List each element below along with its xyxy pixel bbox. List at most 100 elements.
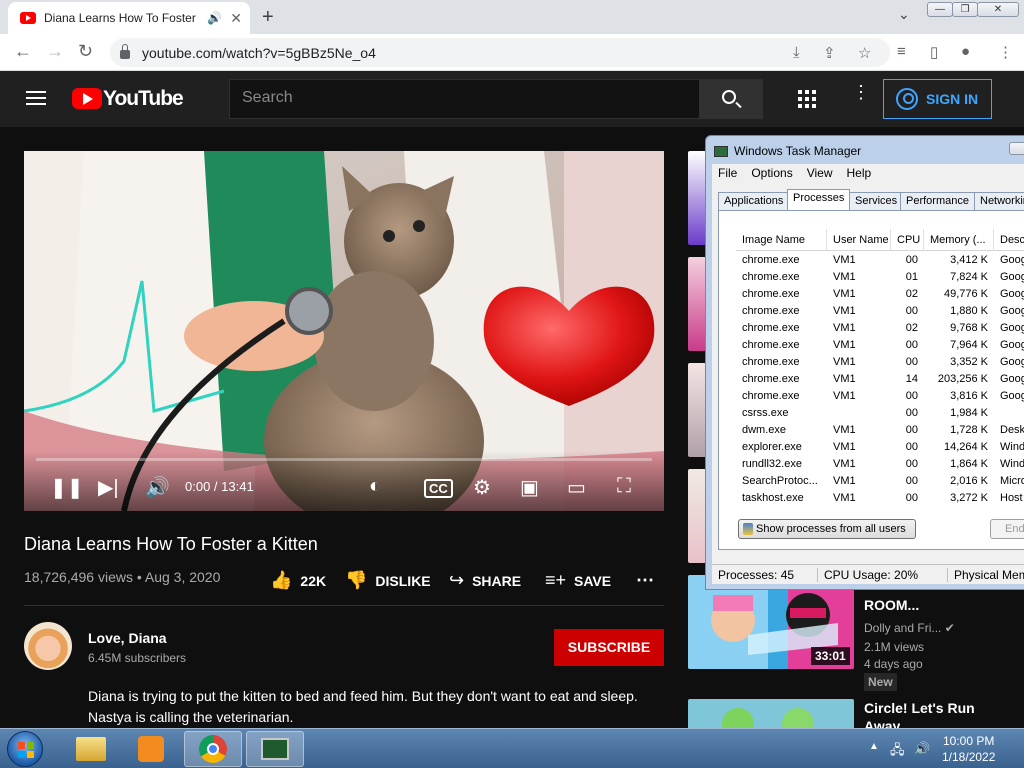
end-process-button[interactable]: End <box>990 519 1024 539</box>
process-row[interactable]: chrome.exe VM1 00 3,352 K Goog <box>736 354 1024 371</box>
media-player-taskbar-button[interactable] <box>122 731 180 767</box>
recommendation-thumbnail[interactable] <box>688 363 706 457</box>
back-arrow-icon[interactable]: ← <box>14 41 32 62</box>
forward-arrow-icon[interactable]: → <box>46 41 64 62</box>
menu-file[interactable]: File <box>718 166 737 182</box>
share-button[interactable]: ↪ SHARE <box>449 570 521 591</box>
browser-menu-icon[interactable]: ⋮ <box>998 43 1013 61</box>
recommendation-thumbnail[interactable] <box>688 699 854 729</box>
fullscreen-icon[interactable]: ⛶ <box>617 475 631 498</box>
process-row[interactable]: taskhost.exe VM1 00 3,272 K Host <box>736 490 1024 507</box>
settings-more-icon[interactable]: ⋮ <box>852 83 870 101</box>
tab-services[interactable]: Services <box>849 192 904 210</box>
video-player[interactable]: ❚❚ ▶| 🔊 0:00 / 13:41 ◐ CC ⚙ ▣ ▭ ⛶ <box>24 151 664 511</box>
tab-processes[interactable]: Processes <box>787 189 851 210</box>
media-queue-icon[interactable]: ≡ <box>897 43 906 60</box>
subscribe-button[interactable]: SUBSCRIBE <box>554 629 664 666</box>
cell-memory: 1,728 K <box>950 424 988 436</box>
task-manager-minimize-button[interactable] <box>1009 142 1024 155</box>
progress-bar[interactable] <box>36 458 652 461</box>
save-button[interactable]: ≡+ SAVE <box>545 570 611 591</box>
process-row[interactable]: chrome.exe VM1 00 3,412 K Goog <box>736 252 1024 269</box>
task-manager-window[interactable]: Windows Task Manager File Options View H… <box>705 135 1024 590</box>
restore-button[interactable]: ❐ <box>952 2 978 17</box>
menu-hamburger-icon[interactable] <box>26 91 46 105</box>
browser-tab[interactable]: Diana Learns How To Foster 🔊 ✕ <box>8 2 250 34</box>
dislike-button[interactable]: 👎 DISLIKE <box>345 570 431 591</box>
like-button[interactable]: 👍 22K <box>270 570 326 591</box>
address-bar[interactable]: youtube.com/watch?v=5gBBz5Ne_o4 ⤓ ⇪ ☆ <box>110 38 890 67</box>
process-row[interactable]: chrome.exe VM1 14 203,256 K Goog <box>736 371 1024 388</box>
lock-icon <box>120 44 130 59</box>
show-hidden-icons-icon[interactable]: ▲ <box>869 741 879 752</box>
column-user-name[interactable]: User Name <box>827 228 891 251</box>
youtube-logo-icon[interactable] <box>72 88 102 109</box>
tab-close-icon[interactable]: ✕ <box>230 10 242 27</box>
recommendation-title[interactable]: Circle! Let's Run <box>864 700 975 716</box>
process-row[interactable]: chrome.exe VM1 02 9,768 K Goog <box>736 320 1024 337</box>
process-row[interactable]: dwm.exe VM1 00 1,728 K Desk <box>736 422 1024 439</box>
process-row[interactable]: chrome.exe VM1 02 49,776 K Goog <box>736 286 1024 303</box>
youtube-logo-text[interactable]: YouTube <box>103 87 184 111</box>
column-description[interactable]: Desc <box>994 229 1024 251</box>
close-window-button[interactable]: ✕ <box>977 2 1019 17</box>
new-tab-button[interactable]: + <box>262 6 274 29</box>
system-clock[interactable]: 10:00 PM 1/18/2022 <box>942 733 995 765</box>
task-manager-titlebar[interactable]: Windows Task Manager <box>714 144 861 158</box>
tab-applications[interactable]: Applications <box>718 192 790 210</box>
tab-audio-icon[interactable]: 🔊 <box>207 11 222 25</box>
column-image-name[interactable]: Image Name <box>736 228 827 251</box>
task-manager-taskbar-button[interactable] <box>246 731 304 767</box>
recommendation-title[interactable]: ROOM... <box>864 597 919 613</box>
theater-mode-icon[interactable]: ▭ <box>567 475 586 500</box>
miniplayer-icon[interactable]: ▣ <box>520 475 539 500</box>
menu-help[interactable]: Help <box>847 166 872 182</box>
pause-icon[interactable]: ❚❚ <box>50 475 84 500</box>
chrome-taskbar-button[interactable] <box>184 731 242 767</box>
next-icon[interactable]: ▶| <box>98 475 119 500</box>
menu-view[interactable]: View <box>807 166 833 182</box>
settings-gear-icon[interactable]: ⚙ <box>473 475 491 500</box>
sign-in-button[interactable]: SIGN IN <box>883 79 992 119</box>
show-all-processes-button[interactable]: Show processes from all users <box>738 519 916 539</box>
process-row[interactable]: SearchProtoc... VM1 00 2,016 K Micro <box>736 473 1024 490</box>
recommendation-thumbnail[interactable] <box>688 469 706 563</box>
process-row[interactable]: chrome.exe VM1 01 7,824 K Goog <box>736 269 1024 286</box>
install-icon[interactable]: ⤓ <box>793 44 800 61</box>
recommendation-thumbnail[interactable] <box>688 257 706 351</box>
search-button[interactable] <box>699 79 763 119</box>
search-input[interactable]: Search <box>229 79 700 119</box>
explorer-taskbar-button[interactable] <box>62 731 120 767</box>
side-panel-icon[interactable]: ▯ <box>930 43 938 61</box>
column-cpu[interactable]: CPU <box>891 228 924 251</box>
bookmark-star-icon[interactable]: ☆ <box>858 44 871 62</box>
apps-grid-icon[interactable] <box>798 90 816 108</box>
menu-options[interactable]: Options <box>751 166 792 182</box>
recommendation-channel[interactable]: Dolly and Fri... ✔ <box>864 621 955 635</box>
process-row[interactable]: explorer.exe VM1 00 14,264 K Wind <box>736 439 1024 456</box>
share-icon[interactable]: ⇪ <box>823 44 836 62</box>
network-icon[interactable]: 🖧 <box>890 741 905 763</box>
autoplay-toggle-icon[interactable]: ◐ <box>369 475 381 498</box>
process-row[interactable]: chrome.exe VM1 00 3,816 K Goog <box>736 388 1024 405</box>
tab-performance[interactable]: Performance <box>900 192 975 210</box>
channel-avatar[interactable] <box>24 622 72 670</box>
process-row[interactable]: chrome.exe VM1 00 7,964 K Goog <box>736 337 1024 354</box>
process-row[interactable]: chrome.exe VM1 00 1,880 K Goog <box>736 303 1024 320</box>
volume-icon[interactable]: 🔊 <box>145 475 170 500</box>
volume-tray-icon[interactable]: 🔊 <box>914 741 930 757</box>
tab-search-chevron-icon[interactable]: ⌄ <box>898 6 910 23</box>
minimize-button[interactable]: — <box>927 2 953 17</box>
recommendation-thumbnail[interactable] <box>688 151 706 245</box>
start-button[interactable] <box>7 731 43 767</box>
more-actions-icon[interactable]: ⋯ <box>636 570 654 591</box>
column-memory[interactable]: Memory (... <box>924 228 994 251</box>
profile-icon[interactable]: ● <box>961 43 970 60</box>
captions-icon[interactable]: CC <box>424 479 453 498</box>
process-row[interactable]: csrss.exe 00 1,984 K <box>736 405 1024 422</box>
channel-name[interactable]: Love, Diana <box>88 630 167 646</box>
cell-description: Wind <box>1000 441 1024 453</box>
tab-networking[interactable]: Networking <box>974 192 1024 210</box>
process-row[interactable]: rundll32.exe VM1 00 1,864 K Wind <box>736 456 1024 473</box>
reload-icon[interactable]: ↻ <box>78 41 93 62</box>
